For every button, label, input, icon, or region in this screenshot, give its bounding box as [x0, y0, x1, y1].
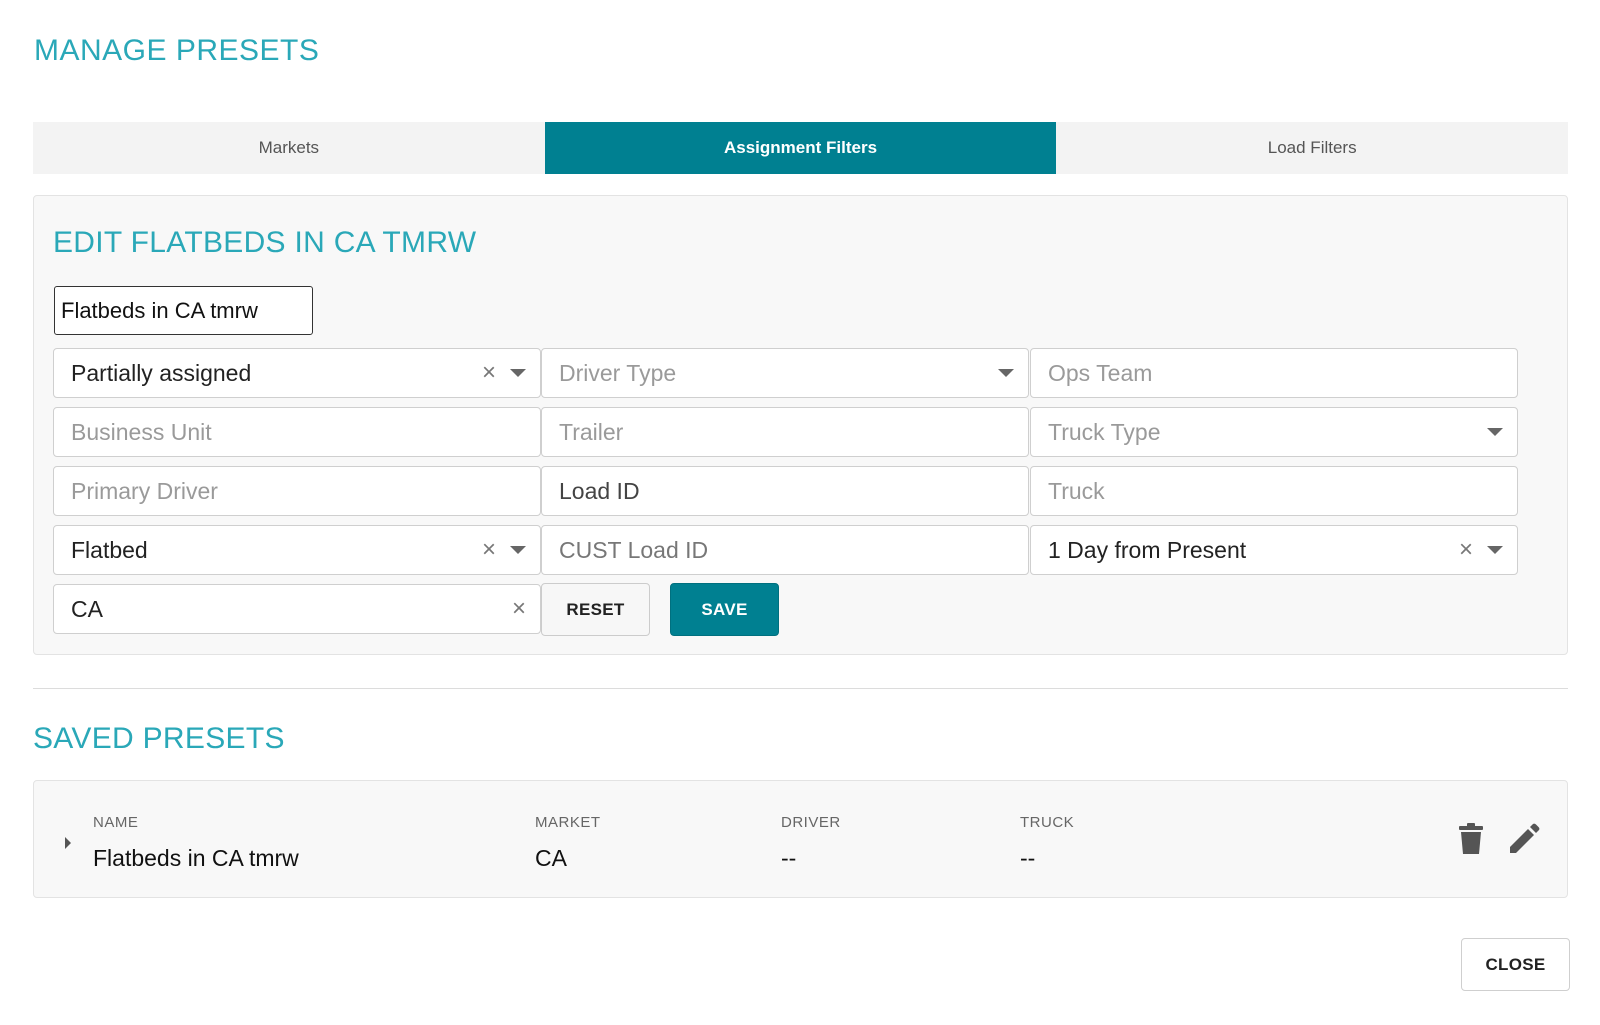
preset-driver-cell: -- [781, 845, 797, 871]
truck-placeholder: Truck [1048, 477, 1105, 504]
tab-assignment-filters[interactable]: Assignment Filters [544, 122, 1057, 174]
manage-presets-dialog: MANAGE PRESETS Markets Assignment Filter… [0, 0, 1600, 1025]
cust-load-id-input[interactable]: CUST Load ID [541, 525, 1029, 575]
table-row: NAME MARKET DRIVER TRUCK Flatbeds in CA … [33, 780, 1568, 898]
trailer-input[interactable]: Trailer [541, 407, 1029, 457]
tab-load-filters[interactable]: Load Filters [1056, 122, 1568, 174]
preset-truck-cell: -- [1020, 845, 1036, 871]
edit-section-title: EDIT FLATBEDS IN CA TMRW [53, 226, 477, 259]
chevron-down-icon[interactable] [1487, 546, 1503, 554]
cust-load-id-placeholder: CUST Load ID [559, 536, 709, 563]
load-id-input[interactable]: Load ID [541, 466, 1029, 516]
date-range-select[interactable]: 1 Day from Present × [1030, 525, 1518, 575]
column-header-driver: DRIVER [781, 814, 841, 831]
save-button[interactable]: SAVE [670, 583, 779, 636]
assignment-status-value: Partially assigned [71, 359, 252, 386]
saved-presets-title: SAVED PRESETS [33, 722, 285, 755]
load-id-value: Load ID [559, 477, 640, 504]
edit-preset-panel: EDIT FLATBEDS IN CA TMRW Flatbeds in CA … [33, 195, 1568, 655]
clear-icon[interactable]: × [1459, 538, 1473, 562]
truck-input[interactable]: Truck [1030, 466, 1518, 516]
section-divider [33, 688, 1568, 689]
truck-type-placeholder: Truck Type [1048, 418, 1161, 445]
clear-icon[interactable]: × [512, 597, 526, 621]
business-unit-input[interactable]: Business Unit [53, 407, 541, 457]
chevron-down-icon[interactable] [510, 546, 526, 554]
tab-markets[interactable]: Markets [33, 122, 545, 174]
preset-market-cell: CA [535, 845, 567, 871]
equipment-value: Flatbed [71, 536, 148, 563]
primary-driver-input[interactable]: Primary Driver [53, 466, 541, 516]
reset-button[interactable]: RESET [541, 583, 650, 636]
close-button[interactable]: CLOSE [1461, 938, 1570, 991]
chevron-down-icon[interactable] [1487, 428, 1503, 436]
date-range-value: 1 Day from Present [1048, 536, 1247, 563]
column-header-truck: TRUCK [1020, 814, 1075, 831]
page-title: MANAGE PRESETS [34, 34, 320, 67]
primary-driver-placeholder: Primary Driver [71, 477, 218, 504]
chevron-down-icon[interactable] [510, 369, 526, 377]
assignment-status-select[interactable]: Partially assigned × [53, 348, 541, 398]
expand-caret-icon[interactable] [65, 837, 71, 849]
truck-type-select[interactable]: Truck Type [1030, 407, 1518, 457]
column-header-market: MARKET [535, 814, 601, 831]
pencil-icon[interactable] [1508, 823, 1540, 860]
trailer-placeholder: Trailer [559, 418, 624, 445]
chevron-down-icon[interactable] [998, 369, 1014, 377]
driver-type-select[interactable]: Driver Type [541, 348, 1029, 398]
ops-team-placeholder: Ops Team [1048, 359, 1153, 386]
market-value: CA [71, 595, 103, 622]
preset-name-input[interactable]: Flatbeds in CA tmrw [54, 286, 313, 335]
preset-name-cell: Flatbeds in CA tmrw [93, 845, 299, 871]
tab-bar: Markets Assignment Filters Load Filters [33, 122, 1568, 174]
clear-icon[interactable]: × [482, 361, 496, 385]
business-unit-placeholder: Business Unit [71, 418, 212, 445]
clear-icon[interactable]: × [482, 538, 496, 562]
ops-team-input[interactable]: Ops Team [1030, 348, 1518, 398]
market-select[interactable]: CA × [53, 584, 541, 634]
column-header-name: NAME [93, 814, 139, 831]
equipment-select[interactable]: Flatbed × [53, 525, 541, 575]
trash-icon[interactable] [1458, 823, 1484, 860]
driver-type-placeholder: Driver Type [559, 359, 677, 386]
